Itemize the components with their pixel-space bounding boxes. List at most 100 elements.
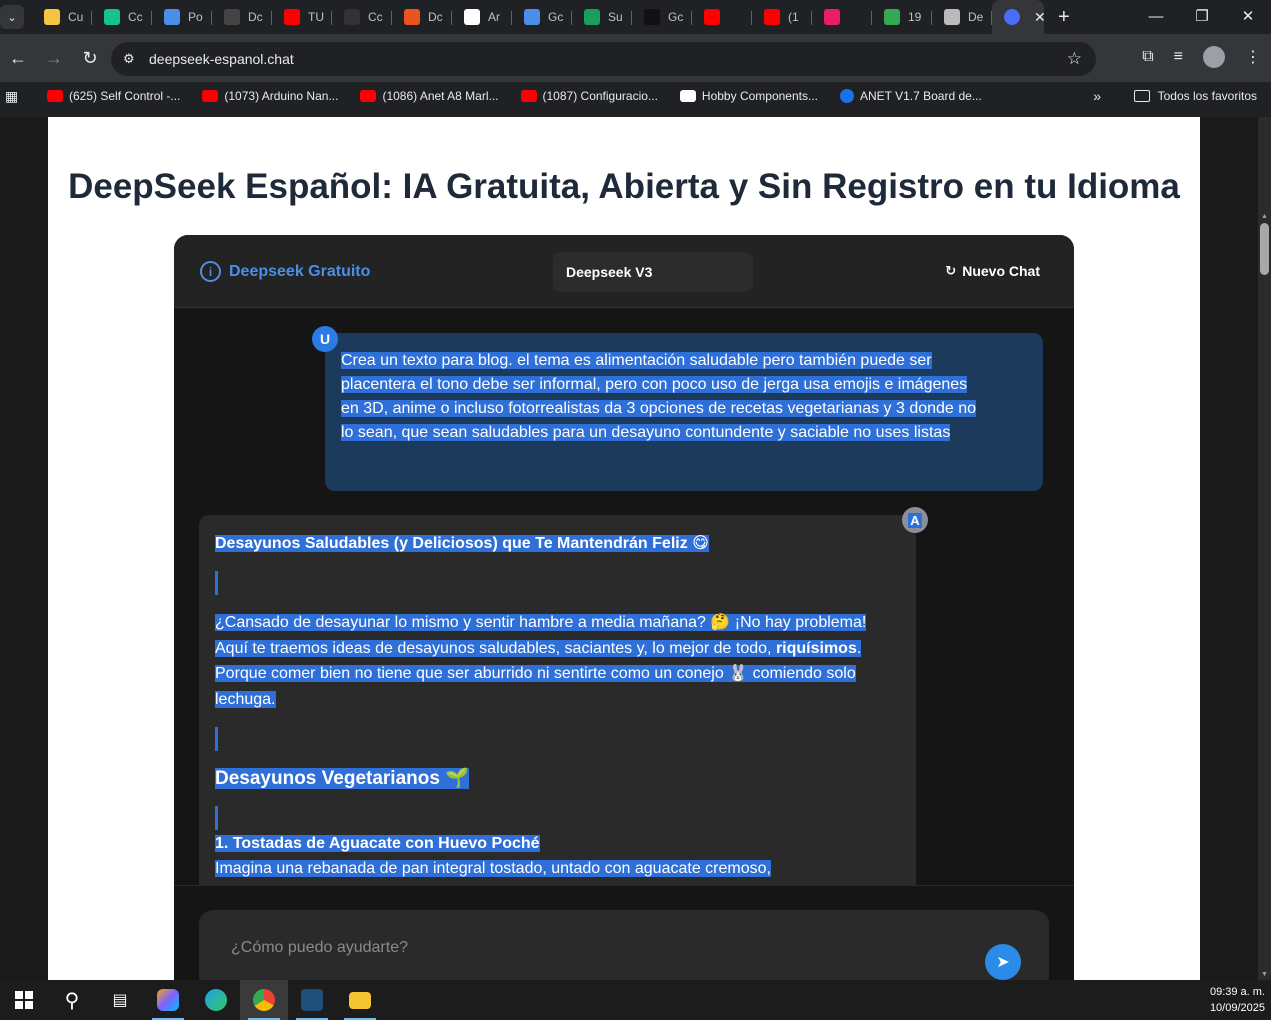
bookmark-4[interactable]: Hobby Components... [679,89,818,103]
scrollbar-thumb[interactable] [1260,223,1269,275]
edge-app[interactable] [192,980,240,1020]
bookmark-star-icon[interactable]: ☆ [1067,49,1082,69]
chat-header: i Deepseek Gratuito Deepseek V3 ↻ Nuevo … [174,235,1074,308]
send-button[interactable]: ➤ [985,944,1021,980]
menu-icon[interactable]: ⋮ [1245,47,1261,67]
bookmark-label: (625) Self Control -... [69,89,181,103]
assistant-intro-line-4: lechuga. [215,690,276,708]
bookmarks-overflow-icon[interactable]: » [1093,88,1101,104]
reload-icon[interactable]: ↻ [72,48,108,69]
tab-label: Dc [248,10,263,24]
user-avatar: U [312,326,338,352]
system-clock[interactable]: 09:39 a. m. 10/09/2025 [1210,984,1265,1016]
tab-favicon-icon [764,9,780,25]
tab-favicon-icon [464,9,480,25]
user-message-line: placentera el tono debe ser informal, pe… [341,376,968,393]
new-chat-button[interactable]: ↻ Nuevo Chat [945,263,1040,279]
tab-10[interactable]: Gc [632,2,692,32]
user-message: Crea un texto para blog. el tema es alim… [325,333,1043,491]
scroll-down-icon[interactable]: ▼ [1261,971,1268,978]
copilot-app[interactable] [144,980,192,1020]
restore-icon[interactable]: ❐ [1179,0,1225,32]
user-message-line: lo sean, que sean saludables para un des… [341,424,951,441]
bookmark-0[interactable]: (625) Self Control -... [47,89,180,103]
bookmarks-bar: ▦ (625) Self Control -... (1073) Arduino … [0,82,1271,110]
profile-avatar[interactable] [1203,46,1225,68]
tab-label: (1 [788,10,799,24]
assistant-intro-line-3: Porque comer bien no tiene que ser aburr… [215,665,856,682]
start-button[interactable] [0,980,48,1020]
tab-active[interactable]: ✕ [992,0,1044,34]
new-chat-label: Nuevo Chat [962,263,1040,279]
tab-favicon-icon [884,9,900,25]
bookmark-2[interactable]: (1086) Anet A8 Marl... [360,89,499,103]
model-select[interactable]: Deepseek V3 [553,252,753,292]
address-url[interactable]: deepseek-espanol.chat [149,51,294,67]
close-tab-icon[interactable]: ✕ [1034,9,1044,26]
bookmark-5[interactable]: ANET V1.7 Board de... [839,89,982,103]
tab-11[interactable] [692,2,752,32]
tab-search-button[interactable]: ⌄ [0,5,24,29]
tab-1[interactable]: Cc [92,2,152,32]
tab-13[interactable] [812,2,872,32]
scroll-up-icon[interactable]: ▲ [1261,213,1268,220]
toolbar: ← → ↻ ⚙ deepseek-espanol.chat ☆ ⧉ ≡ ⋮ [0,34,1271,82]
tab-3[interactable]: Dc [212,2,272,32]
apps-grid-icon[interactable]: ▦ [5,88,21,105]
minimize-icon[interactable]: — [1133,0,1179,32]
tab-2[interactable]: Po [152,2,212,32]
tab-label: De [968,10,984,24]
tab-label: Cc [128,10,143,24]
tab-favicon-icon [944,9,960,25]
youtube-icon [47,90,63,102]
tab-5[interactable]: Cc [332,2,392,32]
file-explorer-app[interactable] [336,980,384,1020]
clock-time: 09:39 a. m. [1209,986,1265,998]
brand[interactable]: i Deepseek Gratuito [200,261,370,282]
tab-8[interactable]: Gc [512,2,572,32]
tab-favicon-icon [584,9,600,25]
copilot-icon [157,989,179,1011]
tab-12[interactable]: (1 [752,2,812,32]
tab-favicon-icon [404,9,420,25]
tab-label: Ar [488,10,500,24]
chrome-app[interactable] [240,980,288,1020]
page-margin-right [1200,117,1258,980]
task-view-button[interactable]: ▤ [96,980,144,1020]
site-info-icon[interactable]: ⚙ [123,51,143,67]
tab-favicon-icon [224,9,240,25]
tab-6[interactable]: Dc [392,2,452,32]
assistant-intro-line-2: Aquí te traemos ideas de desayunos salud… [215,639,772,657]
search-button[interactable]: ⚲ [48,980,96,1020]
message-input[interactable] [231,936,951,960]
forward-icon[interactable]: → [36,48,72,69]
tab-label: Gc [548,10,564,24]
media-icon[interactable]: ≡ [1174,48,1183,66]
tab-favicon-icon [44,9,60,25]
tab-0[interactable]: Cu [32,2,92,32]
extensions-icon[interactable]: ⧉ [1142,48,1153,66]
assistant-title: Desayunos Saludables (y Deliciosos) que … [215,535,709,552]
windows-taskbar: ⚲ ▤ 09:39 a. m. 10/09/2025 [0,980,1271,1020]
ide-app[interactable] [288,980,336,1020]
page-scrollbar[interactable]: ▲ ▼ [1258,117,1271,980]
tab-7[interactable]: Ar [452,2,512,32]
tab-15[interactable]: De [932,2,992,32]
bookmark-3[interactable]: (1087) Configuracio... [520,89,658,103]
new-tab-button[interactable]: + [1058,6,1070,29]
bookmark-label: (1086) Anet A8 Marl... [382,89,499,103]
tab-favicon-icon [164,9,180,25]
tab-14[interactable]: 19 [872,2,932,32]
tab-list: Cu Cc Po Dc TU Cc Dc Ar Gc Su Gc (1 19 De [32,2,992,32]
tab-label: Cu [68,10,84,24]
close-window-icon[interactable]: ✕ [1225,0,1271,32]
address-bar[interactable]: ⚙ deepseek-espanol.chat ☆ [111,42,1096,76]
back-icon[interactable]: ← [0,48,36,69]
tab-9[interactable]: Su [572,2,632,32]
amazon-icon [679,90,696,102]
tab-4[interactable]: TU [272,2,332,32]
tab-favicon-icon [644,9,660,25]
bookmark-1[interactable]: (1073) Arduino Nan... [202,89,338,103]
selection-marker [215,571,218,596]
all-bookmarks-folder[interactable]: Todos los favoritos [1133,89,1257,103]
